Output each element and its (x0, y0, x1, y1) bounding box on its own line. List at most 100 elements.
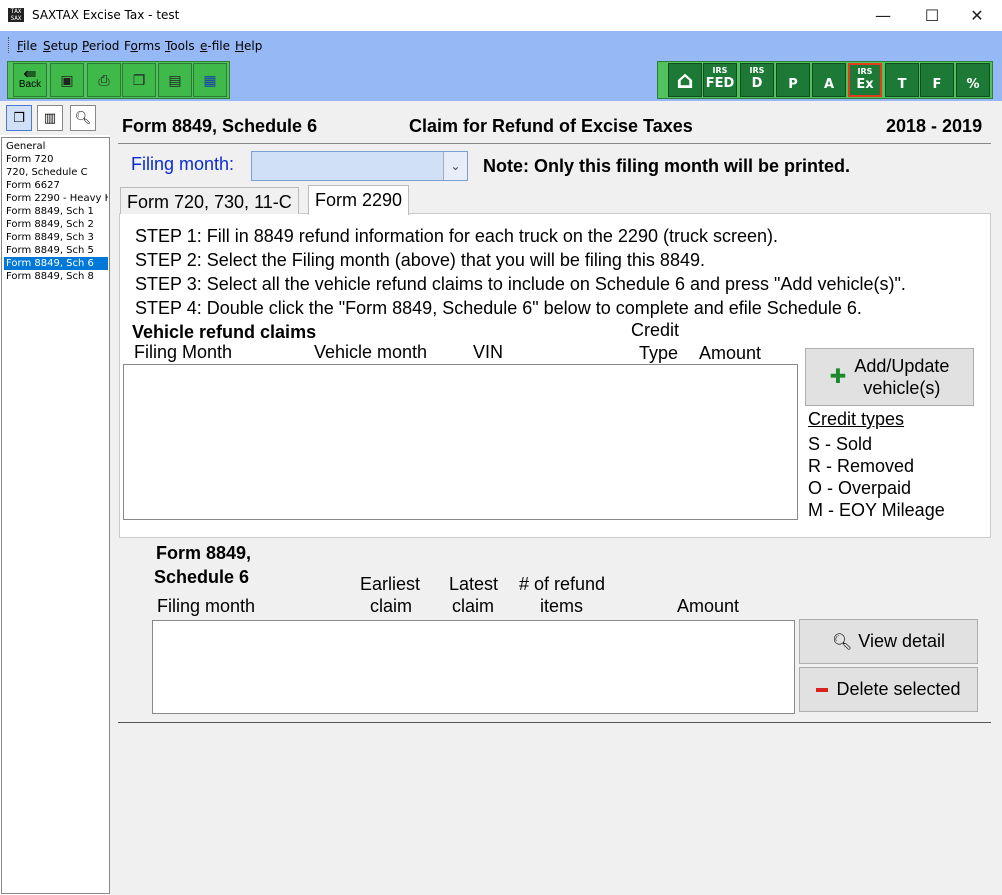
nav-item-8849-sch-3[interactable]: Form 8849, Sch 3 (4, 231, 108, 244)
maximize-button[interactable]: ☐ (909, 0, 955, 31)
irs-ex-button[interactable]: IRS Ex (848, 63, 882, 97)
header-divider (118, 143, 991, 144)
copy-pages-button[interactable]: ❐ (6, 105, 32, 131)
delete-selected-button[interactable]: Delete selected (799, 667, 978, 712)
s6-col-earliest-1[interactable]: Earliest (360, 574, 420, 595)
col-vehicle-month[interactable]: Vehicle month (314, 342, 427, 363)
chevron-down-icon[interactable]: ⌄ (443, 152, 467, 180)
col-filing-month[interactable]: Filing Month (134, 342, 232, 363)
nav-item-8849-sch-5[interactable]: Form 8849, Sch 5 (4, 244, 108, 257)
calculator-icon: ▦ (203, 71, 217, 88)
menu-setup[interactable]: Setup (43, 39, 78, 53)
s6-col-items-1[interactable]: # of refund (519, 574, 605, 595)
nav-item-720-schedule-c[interactable]: 720, Schedule C (4, 166, 108, 179)
florida-t-button[interactable]: T (885, 63, 919, 97)
step-1: STEP 1: Fill in 8849 refund information … (135, 226, 778, 246)
page-title: Claim for Refund of Excise Taxes (409, 116, 693, 136)
add-button-line2: vehicle(s) (863, 378, 941, 398)
nav-item-8849-sch-2[interactable]: Form 8849, Sch 2 (4, 218, 108, 231)
menu-grip (8, 37, 11, 53)
filing-month-select[interactable] (251, 151, 468, 181)
menu-file[interactable]: File (17, 39, 37, 53)
florida-f-button[interactable]: F (920, 63, 954, 97)
print-note: Note: Only this filing month will be pri… (483, 156, 850, 176)
s6-col-filing-month[interactable]: Filing month (157, 596, 255, 617)
tab-form-720[interactable]: Form 720, 730, 11-C (120, 187, 299, 214)
view-detail-label: View detail (858, 631, 946, 651)
menu-help[interactable]: Help (235, 39, 262, 53)
menu-forms[interactable]: Forms (124, 39, 161, 53)
delete-selected-label: Delete selected (836, 679, 961, 699)
back-button[interactable]: ⇚ Back (13, 63, 47, 97)
form-name-heading: Form 8849, Schedule 6 (122, 116, 318, 136)
bottom-divider (118, 722, 991, 723)
plus-icon: ✚ (829, 366, 847, 388)
schedule6-title-line2: Schedule 6 (154, 567, 250, 587)
irs-d-top: IRS (749, 66, 765, 75)
s6-col-items-2[interactable]: items (540, 596, 583, 617)
menu-efile[interactable]: e-file (200, 39, 230, 53)
col-credit[interactable]: Credit (631, 320, 679, 341)
nav-item-general[interactable]: General (4, 140, 108, 153)
add-button-line1: Add/Update (854, 356, 950, 376)
tab-form-2290[interactable]: Form 2290 (308, 185, 410, 215)
copy-pages-icon: ❐ (13, 110, 25, 125)
credit-type-removed: R - Removed (808, 456, 915, 476)
irs-fed-button[interactable]: IRS FED (703, 63, 737, 97)
florida-t-icon: T (897, 77, 907, 92)
preview-icon: 🔍︎ (74, 110, 92, 125)
nav-item-8849-sch-1[interactable]: Form 8849, Sch 1 (4, 205, 108, 218)
print-button[interactable]: ⎙ (87, 63, 121, 97)
irs-ex-icon: Ex (856, 77, 874, 92)
print-icon: ⎙ (98, 71, 110, 88)
credit-type-sold: S - Sold (808, 434, 873, 454)
col-vin[interactable]: VIN (473, 342, 503, 363)
s6-col-latest-2[interactable]: claim (452, 596, 494, 617)
s6-col-earliest-2[interactable]: claim (370, 596, 412, 617)
home-button[interactable]: ⌂ (668, 63, 702, 97)
credit-types-title: Credit types (808, 409, 905, 429)
preview-button[interactable]: 🔍︎ (70, 105, 96, 131)
irs-ex-top: IRS (857, 67, 873, 76)
close-button[interactable]: ✕ (954, 0, 1000, 31)
nav-item-8849-sch-8[interactable]: Form 8849, Sch 8 (4, 270, 108, 283)
pages-button[interactable]: ▥ (37, 105, 63, 131)
vehicle-claims-title: Vehicle refund claims (132, 322, 317, 342)
col-amount[interactable]: Amount (699, 343, 761, 364)
menu-period[interactable]: Period (82, 39, 119, 53)
florida-percent-icon: % (966, 77, 980, 92)
a-button[interactable]: A (812, 63, 846, 97)
minus-icon (816, 687, 829, 692)
step-3: STEP 3: Select all the vehicle refund cl… (135, 274, 906, 294)
s6-col-amount[interactable]: Amount (677, 596, 739, 617)
print-preview-button[interactable]: ▤ (158, 63, 192, 97)
irs-fed-icon: FED (705, 76, 735, 91)
calculator-button[interactable]: ▦ (193, 63, 227, 97)
a-icon: A (823, 77, 835, 92)
back-label: Back (18, 79, 42, 90)
florida-percent-button[interactable]: % (956, 63, 990, 97)
nav-item-form-2290[interactable]: Form 2290 - Heavy H (4, 192, 108, 205)
step-2: STEP 2: Select the Filing month (above) … (135, 250, 705, 270)
menu-tools[interactable]: Tools (165, 39, 195, 53)
copy-button[interactable]: ❐ (122, 63, 156, 97)
col-type[interactable]: Type (639, 343, 678, 364)
saxtax-app-icon: TAX SAX (8, 8, 24, 22)
p-button[interactable]: P (776, 63, 810, 97)
credit-type-eoy-mileage: M - EOY Mileage (808, 500, 945, 520)
minimize-button[interactable]: — (860, 0, 906, 31)
irs-d-icon: D (751, 76, 763, 91)
p-icon: P (788, 77, 798, 92)
nav-item-form-720[interactable]: Form 720 (4, 153, 108, 166)
filing-month-label: Filing month: (131, 154, 235, 174)
view-detail-button[interactable]: 🔍︎ View detail (799, 619, 978, 664)
save-button[interactable]: ▣ (50, 63, 84, 97)
irs-d-button[interactable]: IRS D (740, 63, 774, 97)
nav-item-8849-sch-6[interactable]: Form 8849, Sch 6 (4, 257, 108, 270)
add-update-vehicles-button[interactable]: ✚ Add/Update vehicle(s) (805, 348, 974, 406)
irs-fed-top: IRS (712, 66, 728, 75)
schedule6-list[interactable] (152, 620, 795, 714)
vehicle-claims-list[interactable] (123, 364, 798, 520)
s6-col-latest-1[interactable]: Latest (449, 574, 498, 595)
nav-item-form-6627[interactable]: Form 6627 (4, 179, 108, 192)
